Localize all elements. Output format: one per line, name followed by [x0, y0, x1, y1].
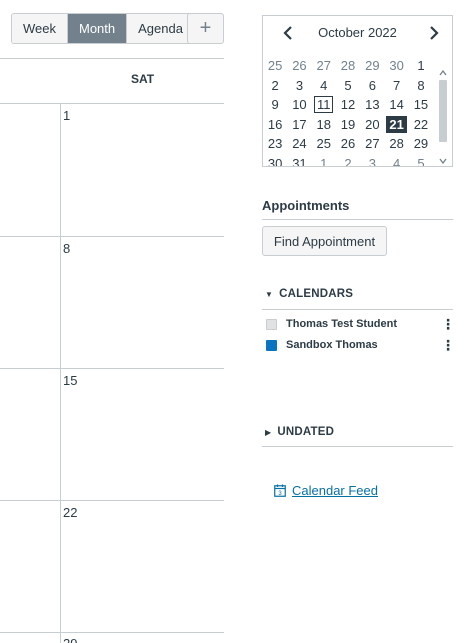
- mini-calendar-day[interactable]: 8: [409, 77, 433, 94]
- mini-calendar-day[interactable]: 27: [360, 135, 384, 152]
- day-number[interactable]: 15: [63, 373, 77, 388]
- mini-calendar-day[interactable]: 23: [263, 135, 287, 152]
- day-number[interactable]: 29: [63, 636, 77, 643]
- mini-calendar-week: 30 31 1 2 3 4 5: [263, 154, 437, 166]
- mini-calendar-day[interactable]: 15: [409, 96, 433, 113]
- scroll-down-icon[interactable]: [438, 156, 448, 166]
- mini-calendar-scrollbar[interactable]: [438, 68, 448, 166]
- mini-calendar-day[interactable]: 18: [312, 116, 336, 133]
- calendars-heading: CALENDARS: [279, 288, 354, 300]
- mini-calendar-week: 25 26 27 28 29 30 1: [263, 56, 437, 76]
- mini-calendar-day[interactable]: 5: [409, 155, 433, 166]
- week-row-border: [0, 368, 224, 369]
- calendars-toggle[interactable]: ▼ CALENDARS: [265, 288, 353, 300]
- chevron-left-icon[interactable]: [279, 23, 297, 43]
- agenda-view-button[interactable]: Agenda: [127, 14, 194, 43]
- week-view-button[interactable]: Week: [12, 14, 68, 43]
- day-number[interactable]: 22: [63, 505, 77, 520]
- undated-divider: [262, 446, 453, 447]
- undated-toggle[interactable]: ▶ UNDATED: [265, 426, 334, 438]
- mini-calendar-day[interactable]: 13: [360, 96, 384, 113]
- mini-calendar-week: 23 24 25 26 27 28 29: [263, 134, 437, 154]
- mini-calendar-day[interactable]: 22: [409, 116, 433, 133]
- mini-calendar-day[interactable]: 4: [312, 77, 336, 94]
- scroll-up-icon[interactable]: [438, 68, 448, 78]
- mini-calendar-day[interactable]: 1: [409, 57, 433, 74]
- calendar-name: Thomas Test Student: [286, 318, 398, 330]
- mini-calendar-day[interactable]: 26: [336, 135, 360, 152]
- chevron-right-icon[interactable]: [425, 23, 443, 43]
- mini-calendar-day[interactable]: 29: [360, 57, 384, 74]
- mini-calendar-week: 9 10 11 12 13 14 15: [263, 95, 437, 115]
- mini-calendar-day[interactable]: 1: [312, 155, 336, 166]
- mini-calendar-day[interactable]: 25: [312, 135, 336, 152]
- week-row-border: [0, 236, 224, 237]
- mini-calendar-day[interactable]: 6: [360, 77, 384, 94]
- scroll-thumb[interactable]: [439, 80, 447, 142]
- month-view-button[interactable]: Month: [68, 14, 128, 43]
- mini-calendar-day[interactable]: 30: [263, 155, 287, 166]
- column-divider: [60, 104, 61, 643]
- mini-calendar-day[interactable]: 7: [384, 77, 408, 94]
- mini-calendar-day[interactable]: 21: [384, 115, 408, 133]
- mini-calendar-day[interactable]: 24: [287, 135, 311, 152]
- mini-calendar-day[interactable]: 11: [312, 96, 336, 114]
- mini-calendar-day[interactable]: 5: [336, 77, 360, 94]
- mini-calendar: October 2022 25 26 27 28 29 30 1 2 3 4 5 6 7 8 9 10 11 12…: [262, 15, 453, 167]
- find-appointment-button[interactable]: Find Appointment: [262, 226, 387, 256]
- calendar-item: Thomas Test Student ⋮: [266, 315, 455, 333]
- mini-calendar-day[interactable]: 9: [263, 96, 287, 113]
- view-toggle: Week Month Agenda: [11, 13, 195, 44]
- mini-calendar-day[interactable]: 28: [336, 57, 360, 74]
- week-row-border: [0, 500, 224, 501]
- mini-calendar-week: 2345678: [263, 76, 437, 96]
- mini-calendar-day[interactable]: 28: [384, 135, 408, 152]
- more-vertical-icon[interactable]: ⋮: [441, 317, 455, 331]
- calendar-color-checkbox[interactable]: [266, 318, 277, 330]
- mini-calendar-day[interactable]: 26: [287, 57, 311, 74]
- mini-calendar-day[interactable]: 12: [336, 96, 360, 113]
- mini-calendar-day[interactable]: 17: [287, 116, 311, 133]
- mini-calendar-day[interactable]: 25: [263, 57, 287, 74]
- calendar-feed-link[interactable]: 3 Calendar Feed: [274, 483, 378, 498]
- grid-header-border: [0, 103, 224, 104]
- calendars-divider: [262, 309, 453, 310]
- grid-top-border: [0, 58, 224, 59]
- undated-heading: UNDATED: [277, 426, 335, 438]
- mini-calendar-day[interactable]: 31: [287, 155, 311, 166]
- week-row-border: [0, 632, 224, 633]
- day-number[interactable]: 8: [63, 241, 70, 256]
- day-header-sat: SAT: [130, 72, 155, 86]
- appointments-heading: Appointments: [262, 198, 350, 213]
- calendar-feed-icon: 3: [274, 484, 286, 497]
- mini-calendar-day[interactable]: 3: [360, 155, 384, 166]
- calendar-name: Sandbox Thomas: [286, 339, 378, 351]
- more-vertical-icon[interactable]: ⋮: [441, 338, 455, 352]
- mini-calendar-day[interactable]: 19: [336, 116, 360, 133]
- add-event-button[interactable]: +: [187, 13, 224, 44]
- day-number[interactable]: 1: [63, 108, 70, 123]
- mini-calendar-day[interactable]: 3: [287, 77, 311, 94]
- caret-right-icon: ▶: [265, 427, 272, 437]
- calendar-feed-label: Calendar Feed: [292, 483, 378, 498]
- mini-calendar-grid: 25 26 27 28 29 30 1 2 3 4 5 6 7 8 9 10 11 12 13 14 15 16 17 18 1…: [263, 56, 437, 166]
- mini-calendar-day[interactable]: 2: [263, 77, 287, 94]
- appointments-divider: [262, 219, 453, 220]
- caret-down-icon: ▼: [265, 289, 274, 299]
- calendar-color-checkbox[interactable]: [266, 339, 277, 351]
- mini-calendar-day[interactable]: 30: [384, 57, 408, 74]
- mini-calendar-day[interactable]: 2: [336, 155, 360, 166]
- mini-calendar-day[interactable]: 14: [384, 96, 408, 113]
- mini-calendar-day[interactable]: 4: [384, 155, 408, 166]
- mini-calendar-week: 16 17 18 19 20 21 22: [263, 115, 437, 135]
- mini-calendar-day[interactable]: 10: [287, 96, 311, 113]
- mini-calendar-day[interactable]: 20: [360, 116, 384, 133]
- calendar-item: Sandbox Thomas ⋮: [266, 336, 455, 354]
- mini-calendar-day[interactable]: 29: [409, 135, 433, 152]
- mini-calendar-day[interactable]: 16: [263, 116, 287, 133]
- mini-calendar-day[interactable]: 27: [312, 57, 336, 74]
